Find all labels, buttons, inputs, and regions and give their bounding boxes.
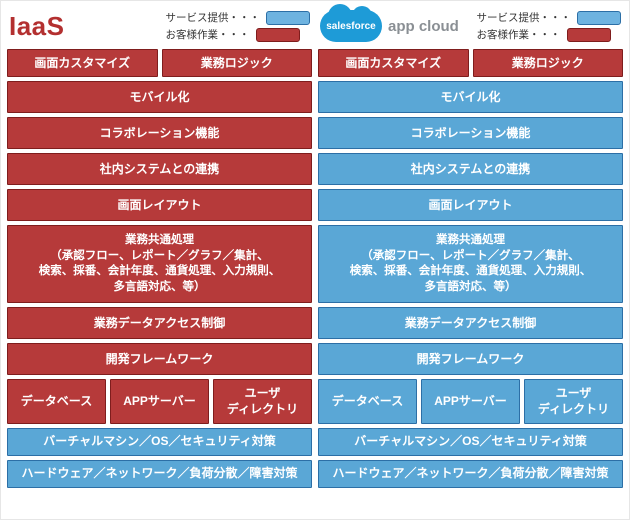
legend-provider-label: サービス提供・・・ bbox=[166, 10, 261, 25]
legend-customer-label: お客様作業・・・ bbox=[477, 27, 561, 42]
layer-mobile: モバイル化 bbox=[318, 81, 623, 113]
layer-framework: 開発フレームワーク bbox=[318, 343, 623, 375]
header-iaas: IaaS サービス提供・・・ お客様作業・・・ bbox=[7, 5, 312, 49]
swatch-blue-icon bbox=[266, 11, 310, 25]
layer-integration: 社内システムとの連携 bbox=[7, 153, 312, 185]
layer-hw: ハードウェア／ネットワーク／負荷分散／障害対策 bbox=[7, 460, 312, 488]
layer-business-logic: 業務ロジック bbox=[162, 49, 313, 77]
layer-access: 業務データアクセス制御 bbox=[7, 307, 312, 339]
stack-iaas: 画面カスタマイズ 業務ロジック モバイル化 コラボレーション機能 社内システムと… bbox=[7, 49, 312, 488]
layer-common: 業務共通処理（承認フロー、レポート／グラフ／集計、検索、採番、会計年度、通貨処理… bbox=[7, 225, 312, 303]
layer-vm: バーチャルマシン／OS／セキュリティ対策 bbox=[7, 428, 312, 456]
stack-appcloud: 画面カスタマイズ 業務ロジック モバイル化 コラボレーション機能 社内システムと… bbox=[318, 49, 623, 488]
layer-db: データベース bbox=[318, 379, 417, 423]
layer-collab: コラボレーション機能 bbox=[318, 117, 623, 149]
layer-collab: コラボレーション機能 bbox=[7, 117, 312, 149]
column-iaas: IaaS サービス提供・・・ お客様作業・・・ 画面カスタマイズ 業務ロジック bbox=[7, 5, 312, 513]
swatch-red-icon bbox=[567, 28, 611, 42]
salesforce-cloud-icon: salesforce bbox=[320, 10, 382, 42]
layer-hw: ハードウェア／ネットワーク／負荷分散／障害対策 bbox=[318, 460, 623, 488]
layer-screen-customize: 画面カスタマイズ bbox=[318, 49, 469, 77]
layer-vm: バーチャルマシン／OS／セキュリティ対策 bbox=[318, 428, 623, 456]
layer-access: 業務データアクセス制御 bbox=[318, 307, 623, 339]
legend-customer-label: お客様作業・・・ bbox=[166, 27, 250, 42]
header-appcloud: salesforce app cloud サービス提供・・・ お客様作業・・・ bbox=[318, 5, 623, 49]
layer-userdir: ユーザディレクトリ bbox=[213, 379, 312, 423]
layer-row-top: 画面カスタマイズ 業務ロジック bbox=[318, 49, 623, 77]
layer-integration: 社内システムとの連携 bbox=[318, 153, 623, 185]
layer-framework: 開発フレームワーク bbox=[7, 343, 312, 375]
legend-provider: サービス提供・・・ bbox=[166, 10, 311, 25]
comparison-diagram: IaaS サービス提供・・・ お客様作業・・・ 画面カスタマイズ 業務ロジック bbox=[0, 0, 630, 520]
layer-screen-customize: 画面カスタマイズ bbox=[7, 49, 158, 77]
layer-layout: 画面レイアウト bbox=[318, 189, 623, 221]
legend-customer: お客様作業・・・ bbox=[477, 27, 622, 42]
salesforce-brand-text: salesforce bbox=[326, 21, 375, 32]
title-iaas: IaaS bbox=[9, 11, 65, 42]
layer-userdir: ユーザディレクトリ bbox=[524, 379, 623, 423]
legend-provider: サービス提供・・・ bbox=[477, 10, 622, 25]
layer-row-servers: データベース APPサーバー ユーザディレクトリ bbox=[7, 379, 312, 423]
layer-appserver: APPサーバー bbox=[421, 379, 520, 423]
swatch-red-icon bbox=[256, 28, 300, 42]
legend-provider-label: サービス提供・・・ bbox=[477, 10, 572, 25]
layer-row-servers: データベース APPサーバー ユーザディレクトリ bbox=[318, 379, 623, 423]
layer-row-top: 画面カスタマイズ 業務ロジック bbox=[7, 49, 312, 77]
legend-appcloud: サービス提供・・・ お客様作業・・・ bbox=[477, 10, 622, 42]
layer-appserver: APPサーバー bbox=[110, 379, 209, 423]
layer-common: 業務共通処理（承認フロー、レポート／グラフ／集計、検索、採番、会計年度、通貨処理… bbox=[318, 225, 623, 303]
title-appcloud: salesforce app cloud bbox=[320, 10, 459, 42]
layer-layout: 画面レイアウト bbox=[7, 189, 312, 221]
legend-customer: お客様作業・・・ bbox=[166, 27, 311, 42]
column-appcloud: salesforce app cloud サービス提供・・・ お客様作業・・・ bbox=[318, 5, 623, 513]
columns: IaaS サービス提供・・・ お客様作業・・・ 画面カスタマイズ 業務ロジック bbox=[1, 1, 629, 519]
legend-iaas: サービス提供・・・ お客様作業・・・ bbox=[166, 10, 311, 42]
layer-db: データベース bbox=[7, 379, 106, 423]
swatch-blue-icon bbox=[577, 11, 621, 25]
layer-business-logic: 業務ロジック bbox=[473, 49, 624, 77]
layer-mobile: モバイル化 bbox=[7, 81, 312, 113]
appcloud-text: app cloud bbox=[388, 18, 459, 35]
